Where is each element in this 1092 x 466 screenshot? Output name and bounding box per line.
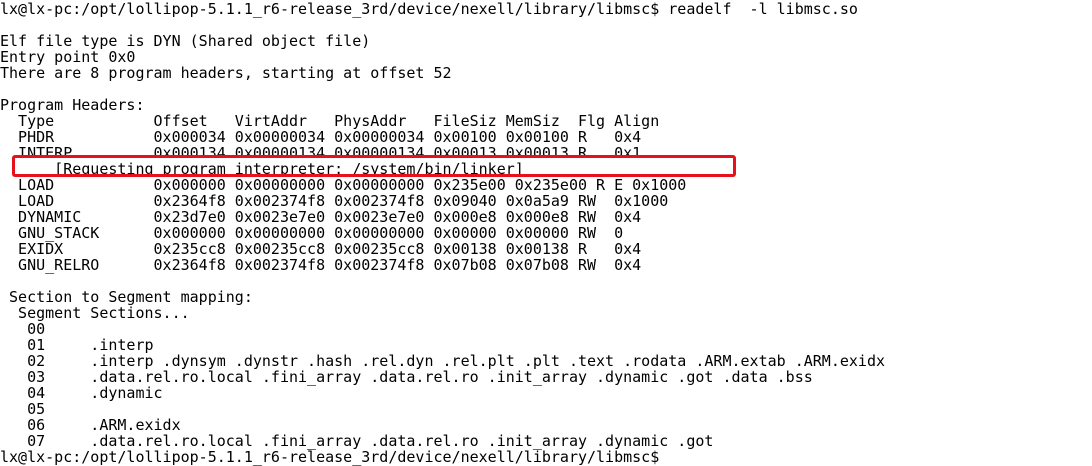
- segment-row: 04 .dynamic: [0, 384, 163, 402]
- program-header-row: EXIDX 0x235cc8 0x00235cc8 0x00235cc8 0x0…: [0, 240, 642, 258]
- program-header-row: GNU_RELRO 0x2364f8 0x002374f8 0x002374f8…: [0, 256, 642, 274]
- program-header-row: GNU_STACK 0x000000 0x00000000 0x00000000…: [0, 224, 624, 242]
- command-prompt-line: lx@lx-pc:/opt/lollipop-5.1.1_r6-release_…: [0, 0, 858, 18]
- section-mapping-title: Section to Segment mapping:: [0, 288, 253, 306]
- segment-row: 00: [0, 320, 46, 338]
- elf-type-line: Elf file type is DYN (Shared object file…: [0, 32, 371, 50]
- segment-row: 07 .data.rel.ro.local .fini_array .data.…: [0, 432, 714, 450]
- segment-row: 06 .ARM.exidx: [0, 416, 181, 434]
- program-headers-title: Program Headers:: [0, 96, 145, 114]
- entry-point-line: Entry point 0x0: [0, 48, 136, 66]
- segment-row: 03 .data.rel.ro.local .fini_array .data.…: [0, 368, 813, 386]
- program-header-row: DYNAMIC 0x23d7e0 0x0023e7e0 0x0023e7e0 0…: [0, 208, 642, 226]
- segment-row: 02 .interp .dynsym .dynstr .hash .rel.dy…: [0, 352, 886, 370]
- segment-sections-header: Segment Sections...: [0, 304, 190, 322]
- interpreter-highlight-box: [12, 155, 736, 177]
- program-header-row: LOAD 0x2364f8 0x002374f8 0x002374f8 0x09…: [0, 192, 669, 210]
- terminal-output[interactable]: lx@lx-pc:/opt/lollipop-5.1.1_r6-release_…: [0, 0, 1092, 466]
- program-header-row: LOAD 0x000000 0x00000000 0x00000000 0x23…: [0, 176, 687, 194]
- segment-row: 01 .interp: [0, 336, 154, 354]
- final-prompt-line: lx@lx-pc:/opt/lollipop-5.1.1_r6-release_…: [0, 448, 660, 466]
- segment-row: 05: [0, 400, 46, 418]
- program-header-row: PHDR 0x000034 0x00000034 0x00000034 0x00…: [0, 128, 642, 146]
- program-headers-summary-line: There are 8 program headers, starting at…: [0, 64, 452, 82]
- program-headers-columns: Type Offset VirtAddr PhysAddr FileSiz Me…: [0, 112, 660, 130]
